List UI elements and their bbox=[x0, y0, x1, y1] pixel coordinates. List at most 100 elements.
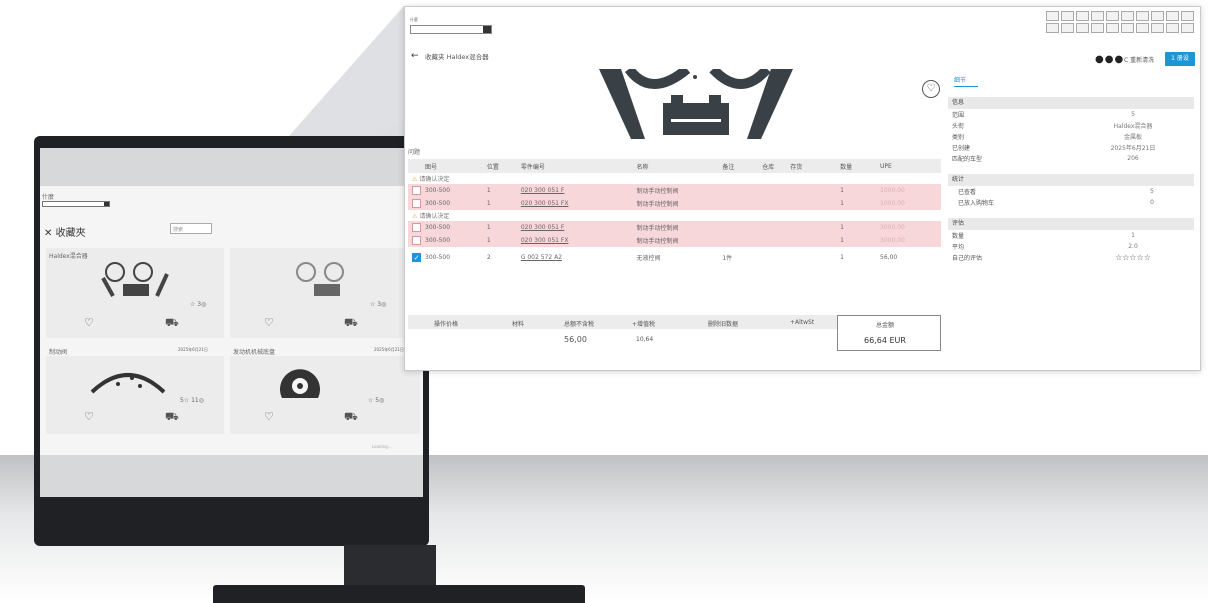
screen-bottom-bar bbox=[40, 455, 423, 497]
cell-pos: 1 bbox=[482, 184, 517, 197]
info-key: 匹配的车型 bbox=[952, 156, 983, 163]
brake-parts-illustration bbox=[101, 262, 169, 297]
row-checkbox[interactable] bbox=[412, 186, 421, 195]
cart-icon[interactable]: ⛟ bbox=[165, 410, 179, 425]
toolbar-icon[interactable] bbox=[1046, 11, 1059, 21]
summary-label: 操作价格 bbox=[434, 321, 459, 328]
table-row[interactable]: 300-500 1 020 300 051 FX 制动手动控制阀 1 3000,… bbox=[408, 234, 941, 247]
cell-upe: 56,00 bbox=[880, 253, 898, 261]
small-search-input[interactable]: 搜索 bbox=[170, 223, 212, 234]
rating-key: 平均 bbox=[952, 244, 965, 251]
cart-icon[interactable]: ⛟ bbox=[344, 410, 358, 425]
toolbar-icon[interactable] bbox=[1181, 23, 1194, 33]
column-header[interactable]: 位置 bbox=[482, 159, 517, 173]
part-number-link[interactable]: 020 300 051 FX bbox=[516, 234, 633, 247]
toolbar-icon[interactable] bbox=[1106, 11, 1119, 21]
table-row-selected[interactable]: ✓ 300-500 2 G 002 572 A2 无液控阀 1件 1 56,00 bbox=[408, 247, 941, 267]
cell-fig: 300-500 bbox=[421, 197, 483, 210]
group-label: 请确认决定 bbox=[419, 176, 450, 183]
primary-action-button[interactable]: 1 册设 bbox=[1165, 52, 1195, 66]
toolbar-icon[interactable] bbox=[1121, 23, 1134, 33]
toolbar-icon[interactable] bbox=[1181, 11, 1194, 21]
part-number-link[interactable]: 020 300 051 F bbox=[516, 221, 633, 234]
column-header[interactable]: 名称 bbox=[632, 159, 719, 173]
table-row[interactable]: 300-500 1 020 300 051 F 制动手动控制阀 1 1000,0… bbox=[408, 184, 941, 197]
info-key: 头衔 bbox=[952, 123, 965, 130]
row-checkbox[interactable] bbox=[412, 236, 421, 245]
card-stats: ☆ 5◎ bbox=[368, 397, 385, 404]
close-icon[interactable]: ✕ bbox=[44, 228, 52, 239]
cart-icon[interactable]: ⛟ bbox=[165, 316, 179, 331]
toolbar-icon[interactable] bbox=[1136, 23, 1149, 33]
group-row: ⚠ 请确认决定 bbox=[408, 173, 941, 184]
info-row: 匹配的车型 206 bbox=[948, 153, 1194, 164]
parts-table: 图号 位置 零件编号 名称 备注 仓库 存货 数量 UPE ⚠ 请确认决定 30… bbox=[408, 159, 941, 267]
toolbar-icon[interactable] bbox=[1106, 23, 1119, 33]
summary-label: 总额不含税 bbox=[564, 321, 595, 328]
back-arrow-icon[interactable]: ← bbox=[411, 51, 419, 61]
toolbar-icon[interactable] bbox=[1166, 11, 1179, 21]
column-header[interactable]: 备注 bbox=[718, 159, 759, 173]
row-checkbox[interactable] bbox=[412, 223, 421, 232]
summary-label: 总金额 bbox=[876, 322, 895, 329]
vehicle-dropdown[interactable] bbox=[410, 25, 492, 34]
cell-pos: 2 bbox=[486, 253, 491, 261]
toolbar-icon[interactable] bbox=[1061, 23, 1074, 33]
heart-icon[interactable]: ♡ bbox=[84, 316, 94, 329]
more-options-icon[interactable]: ●●● bbox=[1095, 54, 1124, 65]
toolbar-icon[interactable] bbox=[1136, 11, 1149, 21]
part-number-link[interactable]: 020 300 051 F bbox=[516, 184, 633, 197]
toolbar-icon[interactable] bbox=[1166, 23, 1179, 33]
cell-pos: 1 bbox=[482, 221, 517, 234]
column-header[interactable]: 数量 bbox=[836, 159, 877, 173]
cart-icon[interactable]: ⛟ bbox=[344, 316, 358, 331]
table-row[interactable]: 300-500 1 020 300 051 FX 制动手动控制阀 1 1000,… bbox=[408, 197, 941, 210]
warning-icon: ⚠ bbox=[412, 176, 418, 183]
net-total-value: 56,00 bbox=[564, 335, 587, 344]
card-title: 发动机机械底盘 bbox=[233, 349, 276, 356]
toolbar-icon[interactable] bbox=[1151, 23, 1164, 33]
toolbar-icon[interactable] bbox=[1076, 23, 1089, 33]
column-header[interactable]: 图号 bbox=[421, 159, 483, 173]
rating-value: 1 bbox=[1131, 232, 1135, 239]
part-number-link[interactable]: 020 300 051 FX bbox=[516, 197, 633, 210]
toolbar-icon[interactable] bbox=[1061, 11, 1074, 21]
info-value: 金属板 bbox=[1123, 134, 1142, 141]
cell-fig: 300-500 bbox=[421, 184, 483, 197]
info-key: 范围 bbox=[952, 112, 965, 119]
brake-parts-illustration bbox=[296, 262, 344, 296]
toolbar-icon[interactable] bbox=[1091, 23, 1104, 33]
row-checkbox[interactable] bbox=[412, 199, 421, 208]
favorite-heart-icon[interactable]: ♡ bbox=[922, 80, 940, 98]
toolbar-icon[interactable] bbox=[1151, 11, 1164, 21]
card-title: 制动阀 bbox=[49, 349, 68, 356]
small-dropdown[interactable]: 什麼 bbox=[42, 192, 110, 207]
column-header[interactable]: 零件编号 bbox=[516, 159, 633, 173]
column-header[interactable]: UPE bbox=[876, 159, 941, 173]
small-card-4[interactable] bbox=[230, 356, 420, 434]
checked-checkbox-icon[interactable]: ✓ bbox=[412, 252, 421, 262]
table-row[interactable]: 300-500 1 020 300 051 F 制动手动控制阀 1 3000,0… bbox=[408, 221, 941, 234]
heart-icon[interactable]: ♡ bbox=[264, 316, 274, 329]
group-row: ⚠ 请确认决定 bbox=[408, 210, 941, 221]
toolbar-icon[interactable] bbox=[1076, 11, 1089, 21]
table-caption: 问题 bbox=[408, 149, 421, 156]
reset-button[interactable]: C 重新清洗 bbox=[1124, 55, 1154, 64]
toolbar-icon[interactable] bbox=[1046, 23, 1059, 33]
toolbar-icon[interactable] bbox=[1091, 11, 1104, 21]
small-dropdown-label: 什麼 bbox=[42, 194, 55, 201]
column-header[interactable]: 仓库 bbox=[758, 159, 787, 173]
small-title: 收藏夾 bbox=[55, 228, 86, 239]
cell-upe: 1000,00 bbox=[876, 197, 941, 210]
column-header[interactable]: 存货 bbox=[786, 159, 837, 173]
cell-name: 制动手动控制阀 bbox=[632, 184, 719, 197]
part-number-link[interactable]: G 002 572 A2 bbox=[517, 247, 633, 267]
heart-icon[interactable]: ♡ bbox=[84, 410, 94, 423]
toolbar-icon[interactable] bbox=[1121, 11, 1134, 21]
heart-icon[interactable]: ♡ bbox=[264, 410, 274, 423]
stat-key: 已查看 bbox=[958, 189, 977, 196]
tab-details[interactable]: 细节 bbox=[954, 75, 978, 87]
cell-name: 制动手动控制阀 bbox=[632, 197, 719, 210]
star-rating-input[interactable]: ☆☆☆☆☆ bbox=[1072, 253, 1194, 262]
rating-key: 自己的评估 bbox=[952, 255, 983, 262]
